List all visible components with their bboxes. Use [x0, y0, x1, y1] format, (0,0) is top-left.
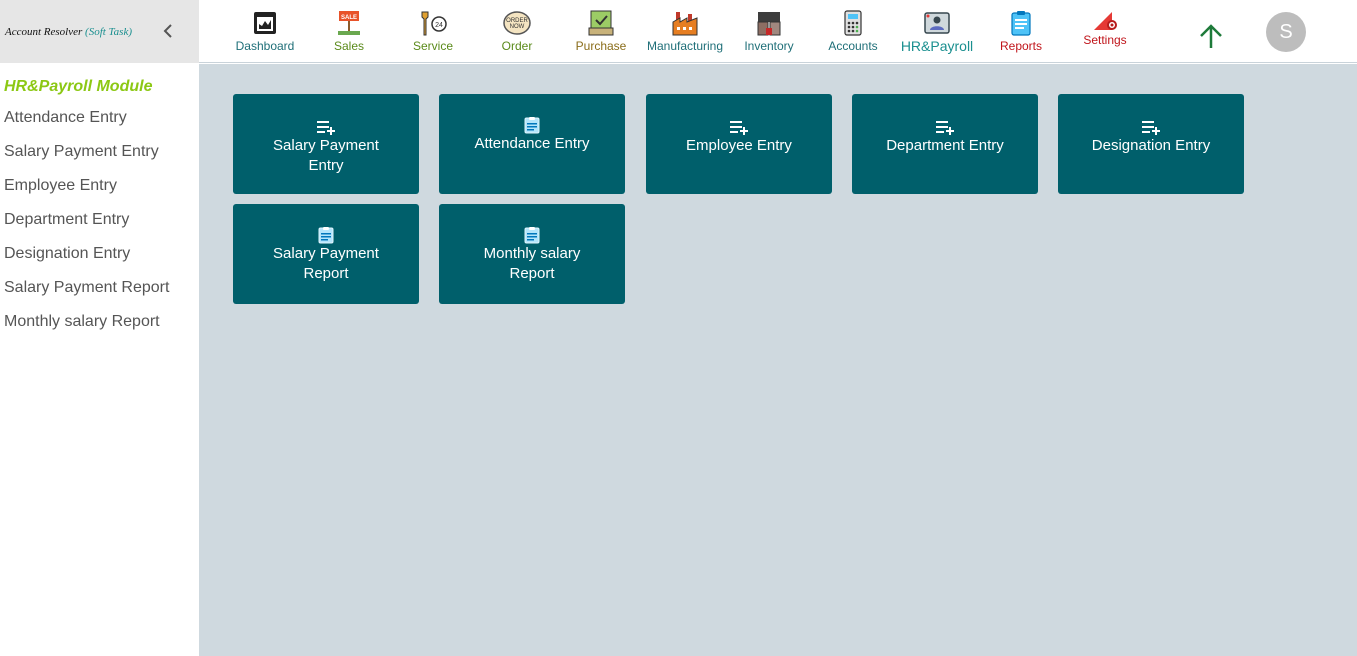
- sidebar-item-monthly-salary-report[interactable]: Monthly salary Report: [0, 305, 199, 339]
- tile-salary-payment-report[interactable]: Salary Payment Report: [233, 204, 419, 304]
- tile-label: Monthly salary Report: [483, 245, 581, 282]
- tile-monthly-salary-report[interactable]: Monthly salary Report: [439, 204, 625, 304]
- svg-text:SALE: SALE: [341, 15, 357, 21]
- clipboard-icon: [524, 227, 540, 244]
- nav-label: Inventory: [744, 39, 794, 53]
- tile-designation-entry[interactable]: Designation Entry: [1058, 94, 1244, 194]
- nav-label: Purchase: [575, 39, 627, 53]
- playlist-add-icon: [317, 121, 335, 135]
- calculator-icon: [844, 10, 862, 36]
- top-nav: Dashboard SALE Sales 24 Service ORDER NO…: [199, 0, 1357, 63]
- sidebar-item-employee-entry[interactable]: Employee Entry: [0, 169, 199, 203]
- clipboard-icon: [524, 117, 540, 134]
- main-content: Salary Payment Entry Attendance Entry Em…: [199, 64, 1357, 656]
- nav-dashboard[interactable]: Dashboard: [223, 8, 307, 58]
- nav-accounts[interactable]: Accounts: [811, 8, 895, 58]
- nav-label: Sales: [333, 39, 365, 53]
- order-now-icon: ORDER NOW: [503, 11, 531, 35]
- tile-label: Salary Payment Entry: [273, 137, 379, 174]
- sidebar: Account Resolver (Soft Task) HR&Payroll …: [0, 0, 199, 656]
- svg-text:24: 24: [435, 22, 443, 29]
- tile-label: Designation Entry: [1091, 137, 1211, 154]
- tile-salary-payment-entry[interactable]: Salary Payment Entry: [233, 94, 419, 194]
- sidebar-item-designation-entry[interactable]: Designation Entry: [0, 237, 199, 271]
- nav-purchase[interactable]: Purchase: [559, 8, 643, 58]
- nav-hr-payroll[interactable]: HR&Payroll: [895, 8, 979, 58]
- nav-settings[interactable]: Settings: [1063, 8, 1147, 58]
- nav-label: Settings: [1083, 33, 1127, 47]
- tile-label: Department Entry: [886, 137, 1004, 154]
- nav-label: Accounts: [828, 39, 878, 53]
- playlist-add-icon: [936, 121, 954, 135]
- settings-triangle-icon: [1094, 12, 1117, 30]
- nav-label: Order: [501, 39, 533, 53]
- user-avatar[interactable]: S: [1266, 12, 1306, 52]
- arrow-up-icon[interactable]: [1197, 22, 1225, 50]
- tile-employee-entry[interactable]: Employee Entry: [646, 94, 832, 194]
- dashboard-icon: [254, 12, 276, 34]
- tile-label: Attendance Entry: [474, 135, 590, 152]
- svg-text:NOW: NOW: [510, 24, 525, 30]
- sale-sign-icon: SALE: [338, 11, 360, 35]
- nav-inventory[interactable]: Inventory: [727, 8, 811, 58]
- nav-label: Dashboard: [235, 39, 295, 53]
- brand-header: Account Resolver (Soft Task): [0, 0, 199, 63]
- brand-name: Account Resolver: [5, 25, 83, 38]
- sidebar-menu: Attendance Entry Salary Payment Entry Em…: [0, 101, 199, 339]
- nav-sales[interactable]: SALE Sales: [307, 8, 391, 58]
- brand-sub: (Soft Task): [85, 25, 132, 38]
- tile-department-entry[interactable]: Department Entry: [852, 94, 1038, 194]
- warehouse-icon: [757, 12, 781, 36]
- sidebar-item-salary-payment-entry[interactable]: Salary Payment Entry: [0, 135, 199, 169]
- clipboard-icon: [1011, 11, 1031, 36]
- sidebar-item-attendance-entry[interactable]: Attendance Entry: [0, 101, 199, 135]
- wrench-24-icon: 24: [421, 11, 447, 36]
- in-stock-icon: [588, 10, 614, 36]
- nav-reports[interactable]: Reports: [979, 8, 1063, 58]
- nav-label: Service: [412, 39, 453, 53]
- module-title: HR&Payroll Module: [4, 78, 153, 95]
- tile-attendance-entry[interactable]: Attendance Entry: [439, 94, 625, 194]
- nav-service[interactable]: 24 Service: [391, 8, 475, 58]
- factory-icon: [672, 12, 698, 36]
- playlist-add-icon: [1142, 121, 1160, 135]
- tile-label: Employee Entry: [686, 137, 792, 154]
- chevron-left-icon[interactable]: [161, 22, 175, 40]
- sidebar-item-salary-payment-report[interactable]: Salary Payment Report: [0, 271, 199, 305]
- hr-board-icon: [924, 12, 950, 34]
- nav-label: Manufacturing: [646, 39, 724, 53]
- nav-label: Reports: [999, 39, 1043, 53]
- brand-logo[interactable]: Account Resolver (Soft Task): [5, 26, 132, 38]
- nav-order[interactable]: ORDER NOW Order: [475, 8, 559, 58]
- tile-label: Salary Payment Report: [273, 245, 379, 282]
- nav-manufacturing[interactable]: Manufacturing: [643, 8, 727, 58]
- clipboard-icon: [318, 227, 334, 244]
- playlist-add-icon: [730, 121, 748, 135]
- nav-label: HR&Payroll: [900, 38, 974, 54]
- sidebar-item-department-entry[interactable]: Department Entry: [0, 203, 199, 237]
